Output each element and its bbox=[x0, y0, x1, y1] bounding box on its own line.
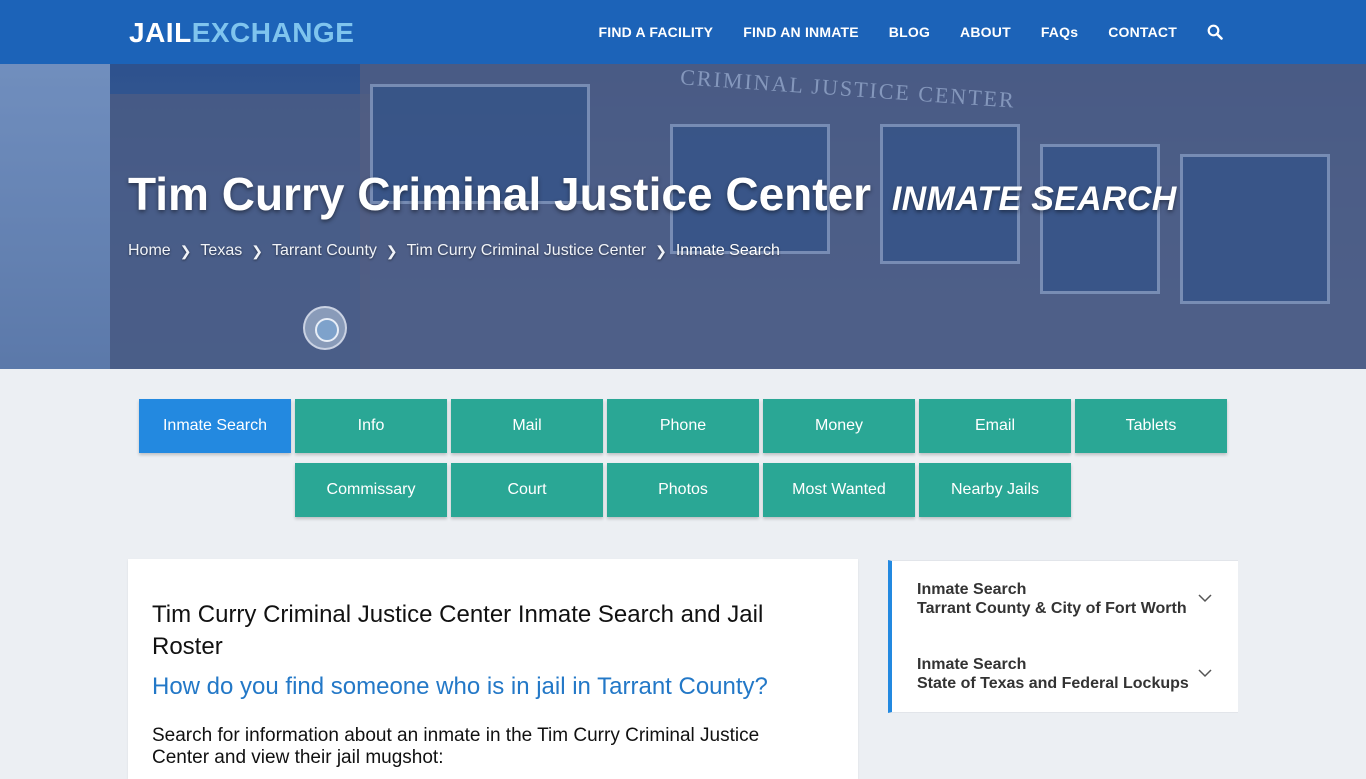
accordion-label-line2: State of Texas and Federal Lockups bbox=[917, 675, 1189, 692]
tab-most-wanted[interactable]: Most Wanted bbox=[763, 463, 915, 517]
content-intro: Search for information about an inmate i… bbox=[152, 725, 760, 768]
tab-money[interactable]: Money bbox=[763, 399, 915, 453]
nav-find-facility[interactable]: FIND A FACILITY bbox=[598, 24, 713, 40]
accordion-state-federal[interactable]: Inmate Search State of Texas and Federal… bbox=[888, 636, 1238, 713]
nav-blog[interactable]: BLOG bbox=[889, 24, 930, 40]
breadcrumb: Home ❯ Texas ❯ Tarrant County ❯ Tim Curr… bbox=[128, 242, 780, 260]
tab-court[interactable]: Court bbox=[451, 463, 603, 517]
search-icon[interactable] bbox=[1207, 24, 1223, 40]
breadcrumb-facility[interactable]: Tim Curry Criminal Justice Center bbox=[407, 242, 646, 260]
chevron-down-icon bbox=[1198, 594, 1212, 603]
tab-nearby-jails[interactable]: Nearby Jails bbox=[919, 463, 1071, 517]
page-title-main: Tim Curry Criminal Justice Center bbox=[128, 168, 872, 220]
content-heading: Tim Curry Criminal Justice Center Inmate… bbox=[152, 601, 764, 660]
page-title-sub: INMATE SEARCH bbox=[891, 180, 1177, 218]
accordion-label-line1: Inmate Search bbox=[917, 581, 1027, 598]
tab-commissary[interactable]: Commissary bbox=[295, 463, 447, 517]
accordion-label-line1: Inmate Search bbox=[917, 656, 1027, 673]
nav-find-inmate[interactable]: FIND AN INMATE bbox=[743, 24, 859, 40]
accordion-label-line2: Tarrant County & City of Fort Worth bbox=[917, 600, 1187, 617]
breadcrumb-home[interactable]: Home bbox=[128, 242, 171, 260]
tab-inmate-search[interactable]: Inmate Search bbox=[139, 399, 291, 453]
tab-photos[interactable]: Photos bbox=[607, 463, 759, 517]
breadcrumb-texas[interactable]: Texas bbox=[200, 242, 242, 260]
hero-banner: CRIMINAL JUSTICE CENTER Tim Curry Crimin… bbox=[0, 64, 1366, 369]
chevron-right-icon: ❯ bbox=[179, 242, 192, 259]
tab-info[interactable]: Info bbox=[295, 399, 447, 453]
tab-mail[interactable]: Mail bbox=[451, 399, 603, 453]
logo-text-jail: JAIL bbox=[129, 17, 192, 48]
tab-phone[interactable]: Phone bbox=[607, 399, 759, 453]
chevron-down-icon bbox=[1198, 669, 1212, 678]
page-title: Tim Curry Criminal Justice Center INMATE… bbox=[128, 167, 1177, 221]
chevron-right-icon: ❯ bbox=[251, 242, 263, 259]
tab-email[interactable]: Email bbox=[919, 399, 1071, 453]
content-question: How do you find someone who is in jail i… bbox=[152, 673, 768, 700]
breadcrumb-current: Inmate Search bbox=[675, 242, 780, 259]
nav-about[interactable]: ABOUT bbox=[960, 24, 1011, 40]
badge-icon bbox=[303, 306, 347, 350]
top-navbar: JAILEXCHANGE FIND A FACILITY FIND AN INM… bbox=[0, 0, 1366, 64]
accordion-tarrant-county[interactable]: Inmate Search Tarrant County & City of F… bbox=[888, 560, 1238, 637]
main-content-card: Tim Curry Criminal Justice Center Inmate… bbox=[128, 559, 858, 779]
chevron-right-icon: ❯ bbox=[655, 242, 667, 259]
site-logo[interactable]: JAILEXCHANGE bbox=[129, 17, 354, 49]
logo-text-exchange: EXCHANGE bbox=[191, 17, 355, 48]
breadcrumb-tarrant-county[interactable]: Tarrant County bbox=[272, 242, 377, 260]
main-nav: FIND A FACILITY FIND AN INMATE BLOG ABOU… bbox=[568, 0, 1223, 64]
nav-contact[interactable]: CONTACT bbox=[1108, 24, 1177, 40]
chevron-right-icon: ❯ bbox=[385, 242, 398, 259]
tab-tablets[interactable]: Tablets bbox=[1075, 399, 1227, 453]
nav-faqs[interactable]: FAQs bbox=[1041, 24, 1078, 40]
